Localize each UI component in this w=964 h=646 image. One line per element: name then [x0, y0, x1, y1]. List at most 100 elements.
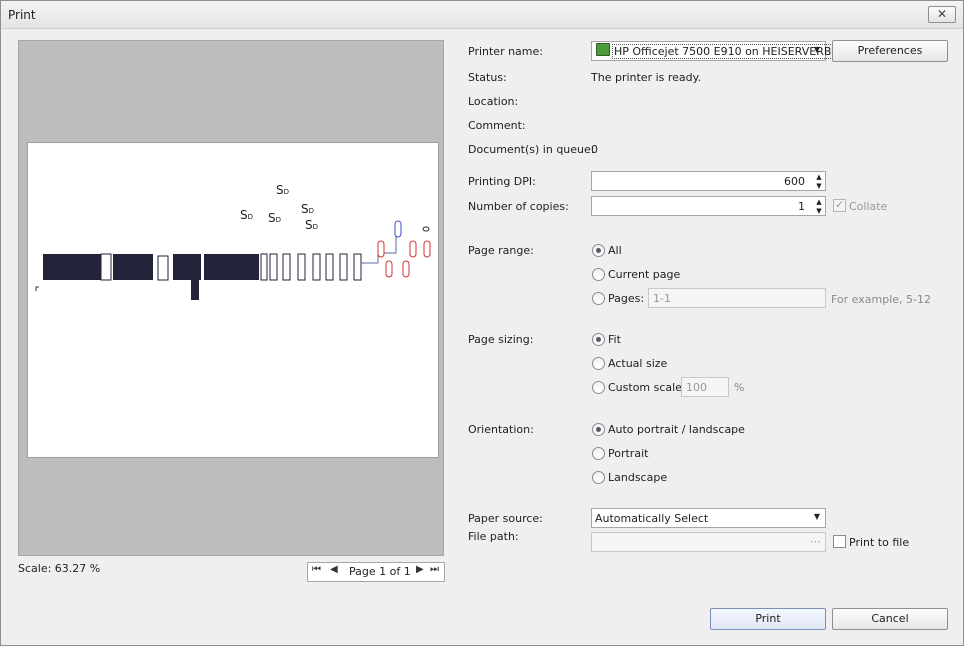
spin-down-icon[interactable]: ▼: [815, 208, 823, 215]
orient-portrait-radio[interactable]: [592, 447, 605, 460]
orient-landscape-radio[interactable]: [592, 471, 605, 484]
location-label: Location:: [468, 95, 519, 108]
preview-bar: [204, 254, 259, 280]
preview-capsule: [409, 240, 417, 258]
preview-bar: [339, 253, 348, 281]
last-page-icon[interactable]: ⏭: [430, 564, 439, 575]
percent-unit: %: [734, 381, 745, 394]
preview-bar: [282, 253, 291, 281]
pages-hint: For example, 5-12: [831, 293, 931, 306]
range-all-radio[interactable]: [592, 244, 605, 257]
preview-drawing: SD SD SD SD SD: [35, 183, 431, 300]
window-title: Print: [8, 8, 36, 22]
paper-source-select[interactable]: Automatically Select ▼: [591, 508, 826, 528]
spin-down-icon[interactable]: ▼: [815, 183, 823, 190]
preview-bar: [157, 255, 169, 281]
size-custom-label: Custom scale:: [608, 381, 686, 394]
orient-auto-radio[interactable]: [592, 423, 605, 436]
range-pages-label: Pages:: [608, 292, 645, 305]
printer-icon: [596, 43, 610, 56]
range-all-label: All: [608, 244, 622, 257]
dpi-value: 600: [784, 175, 805, 188]
dpi-spinner[interactable]: 600 ▲ ▼: [591, 171, 826, 191]
preview-d-label: D: [284, 188, 289, 196]
queue-label: Document(s) in queue:: [468, 143, 595, 156]
spin-up-icon[interactable]: ▲: [815, 174, 823, 181]
collate-checkbox[interactable]: ✓: [833, 198, 846, 212]
custom-scale-input[interactable]: 100: [681, 377, 729, 397]
browse-icon[interactable]: ⋯: [810, 535, 821, 548]
dpi-label: Printing DPI:: [468, 175, 536, 188]
printer-select[interactable]: HP Officejet 7500 E910 on HEISERVERB ▼: [591, 41, 834, 61]
file-path-label: File path:: [468, 530, 519, 543]
svg-text:SD: SD: [276, 183, 289, 197]
orient-portrait-label: Portrait: [608, 447, 649, 460]
orient-landscape-label: Landscape: [608, 471, 668, 484]
range-pages-radio[interactable]: [592, 292, 605, 305]
printer-name-label: Printer name:: [468, 45, 543, 58]
print-to-file-checkbox[interactable]: [833, 535, 846, 548]
preview-s-label: S: [305, 218, 313, 232]
preview-scale: Scale: 63.27 %: [18, 562, 101, 575]
close-icon: ✕: [936, 7, 948, 21]
orientation-label: Orientation:: [468, 423, 534, 436]
page-indicator: Page 1 of 1: [349, 565, 411, 578]
preview-d-label: D: [276, 216, 281, 224]
preview-bar: [100, 253, 112, 281]
preview-s-label: S: [268, 211, 276, 225]
collate-label: Collate: [849, 200, 888, 213]
queue-value: 0: [591, 143, 598, 156]
orient-auto-label: Auto portrait / landscape: [608, 423, 745, 436]
size-custom-radio[interactable]: [592, 381, 605, 394]
copies-spinner[interactable]: 1 ▲ ▼: [591, 196, 826, 216]
pages-value: 1-1: [653, 292, 671, 305]
print-button[interactable]: Print: [710, 608, 826, 630]
preferences-button[interactable]: Preferences: [832, 40, 948, 62]
prev-page-icon[interactable]: ◀: [330, 564, 338, 575]
preview-d-label: D: [313, 223, 318, 231]
preview-capsule: [402, 260, 410, 278]
preview-mark: [422, 226, 430, 232]
status-label: Status:: [468, 71, 507, 84]
print-preview[interactable]: SD SD SD SD SD: [18, 40, 444, 556]
preview-s-label: S: [240, 208, 248, 222]
preview-bar: [269, 253, 278, 281]
preview-bar: [312, 253, 321, 281]
preview-s-label: S: [276, 183, 284, 197]
preview-d-label: D: [248, 213, 253, 221]
title-bar: Print ✕: [1, 1, 963, 29]
comment-label: Comment:: [468, 119, 526, 132]
preview-bar: [43, 254, 101, 280]
preview-page: SD SD SD SD SD: [27, 142, 439, 458]
custom-scale-value: 100: [686, 381, 707, 394]
range-current-radio[interactable]: [592, 268, 605, 281]
size-actual-radio[interactable]: [592, 357, 605, 370]
status-value: The printer is ready.: [591, 71, 702, 84]
preview-bar: [113, 254, 153, 280]
preview-capsule: [423, 240, 431, 258]
svg-text:SD: SD: [268, 211, 281, 225]
size-fit-label: Fit: [608, 333, 621, 346]
page-range-label: Page range:: [468, 244, 534, 257]
svg-text:SD: SD: [305, 218, 318, 232]
preview-mark: [35, 286, 39, 291]
size-fit-radio[interactable]: [592, 333, 605, 346]
pages-input[interactable]: 1-1: [648, 288, 826, 308]
file-path-input[interactable]: ⋯: [591, 532, 826, 552]
paper-source-label: Paper source:: [468, 512, 543, 525]
cancel-button[interactable]: Cancel: [832, 608, 948, 630]
paper-source-value: Automatically Select: [595, 512, 709, 525]
preview-bar: [325, 253, 334, 281]
print-dialog: Print ✕ SD SD SD SD SD Scale: 63.27 % ⏮ …: [0, 0, 964, 646]
first-page-icon[interactable]: ⏮: [312, 564, 321, 575]
close-button[interactable]: ✕: [928, 6, 956, 23]
next-page-icon[interactable]: ▶: [416, 564, 424, 575]
print-to-file-label: Print to file: [849, 536, 910, 549]
copies-value: 1: [798, 200, 805, 213]
page-sizing-label: Page sizing:: [468, 333, 534, 346]
preview-bar: [353, 253, 362, 281]
check-icon: ✓: [835, 198, 845, 211]
size-actual-label: Actual size: [608, 357, 668, 370]
range-current-label: Current page: [608, 268, 681, 281]
spin-up-icon[interactable]: ▲: [815, 199, 823, 206]
